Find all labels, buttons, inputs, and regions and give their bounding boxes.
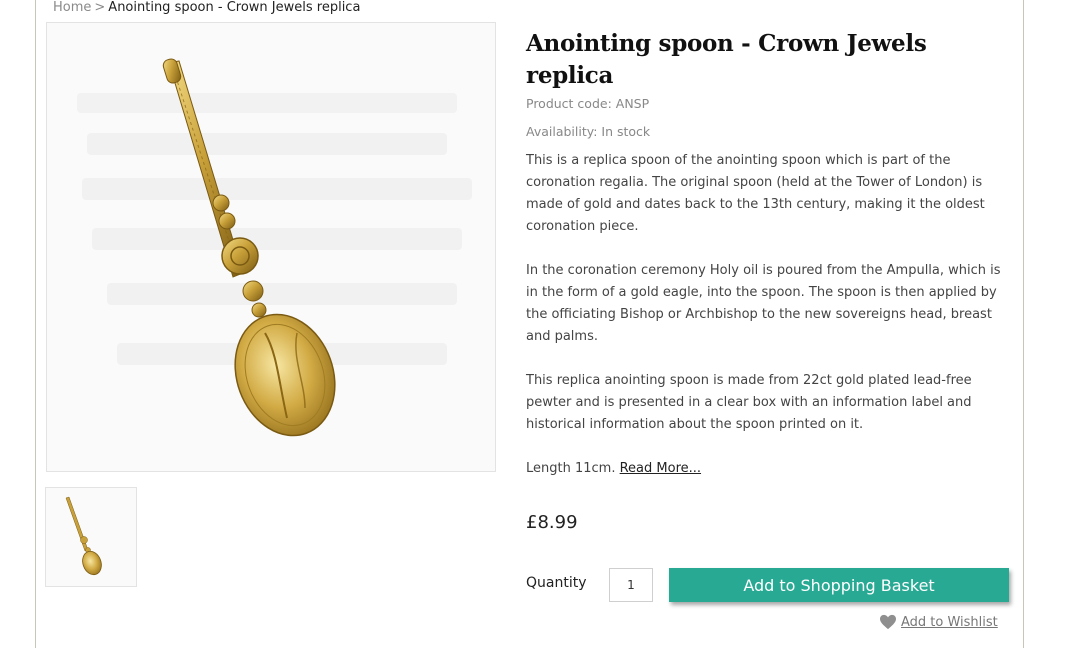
wishlist-link-group[interactable]: Add to Wishlist xyxy=(879,614,998,630)
description-length-line: Length 11cm. Read More... xyxy=(526,458,1010,480)
length-text: Length 11cm. xyxy=(526,461,616,476)
product-code: Product code: ANSP xyxy=(526,96,650,111)
product-title: Anointing spoon - Crown Jewels replica xyxy=(526,30,927,89)
product-main-image[interactable] xyxy=(46,22,496,472)
description-paragraph: This is a replica spoon of the anointing… xyxy=(526,153,985,234)
product-description: This is a replica spoon of the anointing… xyxy=(526,150,1010,502)
golden-spoon-thumbnail xyxy=(65,496,102,576)
product-thumbnail[interactable] xyxy=(45,487,137,587)
quantity-input[interactable] xyxy=(609,568,653,602)
add-to-wishlist-link[interactable]: Add to Wishlist xyxy=(901,615,998,630)
quantity-label: Quantity xyxy=(526,575,587,591)
breadcrumb-separator: > xyxy=(94,0,106,15)
breadcrumb: Home > Anointing spoon - Crown Jewels repl… xyxy=(53,0,360,15)
breadcrumb-home-link[interactable]: Home xyxy=(53,0,91,15)
breadcrumb-current: Anointing spoon - Crown Jewels replica xyxy=(108,0,361,15)
heart-icon xyxy=(880,614,896,630)
availability-status: Availability: In stock xyxy=(526,124,651,139)
product-price: £8.99 xyxy=(526,512,578,533)
golden-spoon-image xyxy=(77,58,472,437)
add-to-basket-button[interactable]: Add to Shopping Basket xyxy=(669,568,1009,602)
read-more-link[interactable]: Read More... xyxy=(620,461,701,476)
description-paragraph: This replica anointing spoon is made fro… xyxy=(526,373,972,432)
description-paragraph: In the coronation ceremony Holy oil is p… xyxy=(526,263,1001,344)
